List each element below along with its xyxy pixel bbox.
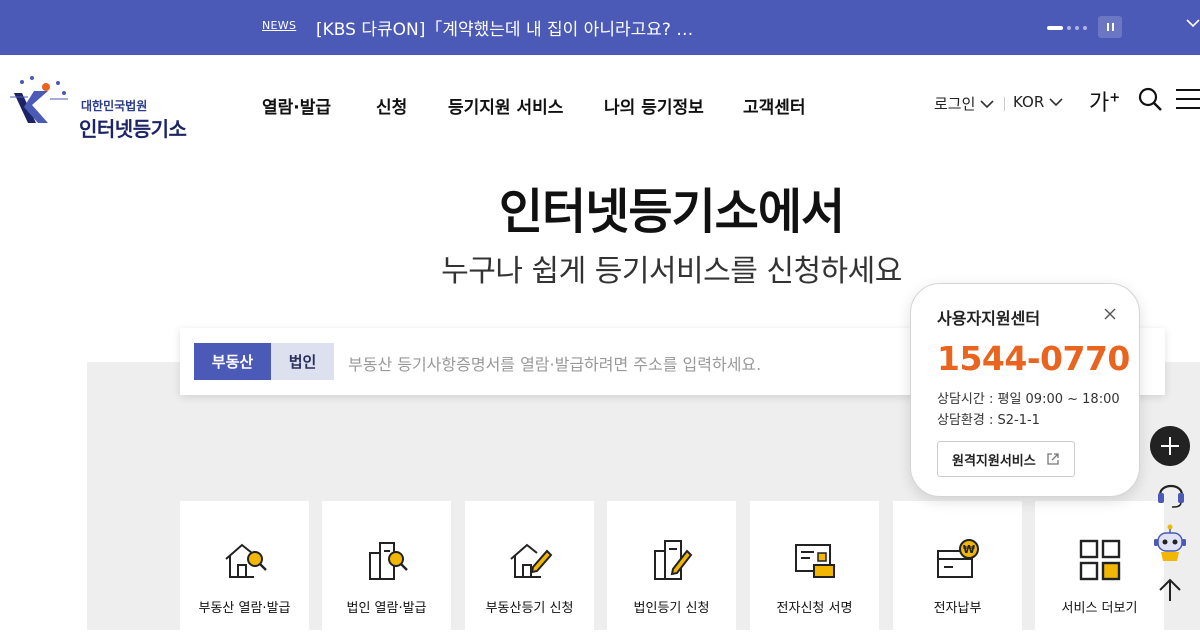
pause-icon[interactable]: [1098, 16, 1122, 38]
site-logo[interactable]: 대한민국법원 인터넷등기소: [8, 73, 188, 141]
news-headline[interactable]: [KBS 다큐ON]「계약했는데 내 집이 아니라고요? …: [316, 15, 693, 40]
nav-apply[interactable]: 신청: [376, 93, 407, 118]
document-pen-icon: [654, 540, 693, 580]
card-label: 부동산 열람·발급: [198, 601, 291, 616]
nav-customer-center[interactable]: 고객센터: [743, 93, 806, 118]
wallet-won-icon: ₩: [937, 539, 979, 578]
login-label: 로그인: [934, 95, 976, 113]
util-divider: [1004, 97, 1005, 111]
nav-view-issue[interactable]: 열람·발급: [262, 93, 331, 118]
court-emblem-icon: [10, 76, 68, 123]
support-hours: 상담시간 : 평일 09:00 ~ 18:00: [937, 392, 1120, 407]
remote-support-label: 원격지원서비스: [952, 453, 1036, 469]
service-card-corp-view[interactable]: 법인 열람·발급: [322, 501, 451, 636]
chevron-down-icon[interactable]: [1186, 16, 1200, 30]
headset-icon[interactable]: [1156, 477, 1186, 509]
language-label: KOR: [1013, 93, 1045, 111]
news-dot-3[interactable]: [1075, 26, 1079, 30]
card-label: 전자신청 서명: [776, 601, 853, 616]
card-label: 전자납부: [933, 601, 982, 616]
scroll-top-icon[interactable]: [1157, 577, 1183, 603]
service-card-e-payment[interactable]: ₩ 전자납부: [893, 501, 1022, 636]
nav-my-registry[interactable]: 나의 등기정보: [604, 93, 704, 118]
remote-support-button[interactable]: 원격지원서비스: [937, 441, 1075, 477]
hero-title: 인터넷등기소에서: [498, 184, 845, 240]
menu-icon[interactable]: [1176, 88, 1200, 110]
nav-registry-support[interactable]: 등기지원 서비스: [448, 93, 563, 118]
logo-title: 인터넷등기소: [79, 117, 187, 141]
news-dot-4[interactable]: [1083, 26, 1087, 30]
chevron-down-icon: [1049, 98, 1063, 107]
chatbot-icon[interactable]: [1153, 524, 1187, 562]
e-sign-icon: [795, 544, 835, 578]
search-icon[interactable]: [1137, 86, 1163, 112]
news-dot-2[interactable]: [1067, 26, 1071, 30]
card-label: 서비스 더보기: [1061, 601, 1138, 616]
news-pagination: [1047, 26, 1087, 30]
service-card-e-sign[interactable]: 전자신청 서명: [750, 501, 879, 636]
news-dot-1[interactable]: [1047, 26, 1063, 30]
support-center-popup: 사용자지원센터 1544-0770 상담시간 : 평일 09:00 ~ 18:0…: [910, 283, 1140, 497]
font-size-button[interactable]: 가+: [1089, 85, 1120, 117]
language-menu[interactable]: KOR: [1013, 93, 1063, 111]
tab-corporation[interactable]: 법인: [271, 343, 334, 380]
support-phone[interactable]: 1544-0770: [937, 339, 1130, 378]
service-card-corp-apply[interactable]: 법인등기 신청: [607, 501, 736, 636]
card-label: 법인 열람·발급: [346, 601, 427, 616]
external-link-icon: [1047, 453, 1059, 465]
font-size-label: 가: [1089, 91, 1110, 116]
site-header: 대한민국법원 인터넷등기소 열람·발급 신청 등기지원 서비스 나의 등기정보 …: [0, 55, 1200, 150]
search-input[interactable]: 부동산 등기사항증명서를 열람·발급하려면 주소를 입력하세요.: [348, 351, 761, 375]
service-card-real-estate-view[interactable]: 부동산 열람·발급: [180, 501, 309, 636]
login-menu[interactable]: 로그인: [934, 93, 994, 114]
card-label: 부동산등기 신청: [485, 601, 574, 616]
logo-subtitle: 대한민국법원: [81, 99, 148, 113]
close-icon[interactable]: [1102, 306, 1118, 322]
service-card-more[interactable]: 서비스 더보기: [1035, 501, 1164, 636]
news-label[interactable]: NEWS: [262, 19, 296, 32]
house-search-icon: [225, 543, 267, 578]
service-card-real-estate-apply[interactable]: 부동산등기 신청: [465, 501, 594, 636]
support-title: 사용자지원센터: [937, 309, 1041, 328]
chevron-down-icon: [980, 100, 994, 109]
card-label: 법인등기 신청: [633, 601, 710, 616]
support-environment: 상담환경 : S2-1-1: [937, 413, 1040, 428]
svg-text:₩: ₩: [963, 543, 975, 556]
grid-more-icon: [1079, 539, 1121, 581]
quick-menu-plus-icon[interactable]: [1150, 426, 1190, 466]
news-bar: NEWS [KBS 다큐ON]「계약했는데 내 집이 아니라고요? …: [0, 0, 1200, 55]
building-search-icon: [369, 542, 408, 580]
house-pen-icon: [510, 543, 553, 578]
tab-real-estate[interactable]: 부동산: [194, 343, 271, 380]
font-size-plus: +: [1109, 90, 1121, 106]
